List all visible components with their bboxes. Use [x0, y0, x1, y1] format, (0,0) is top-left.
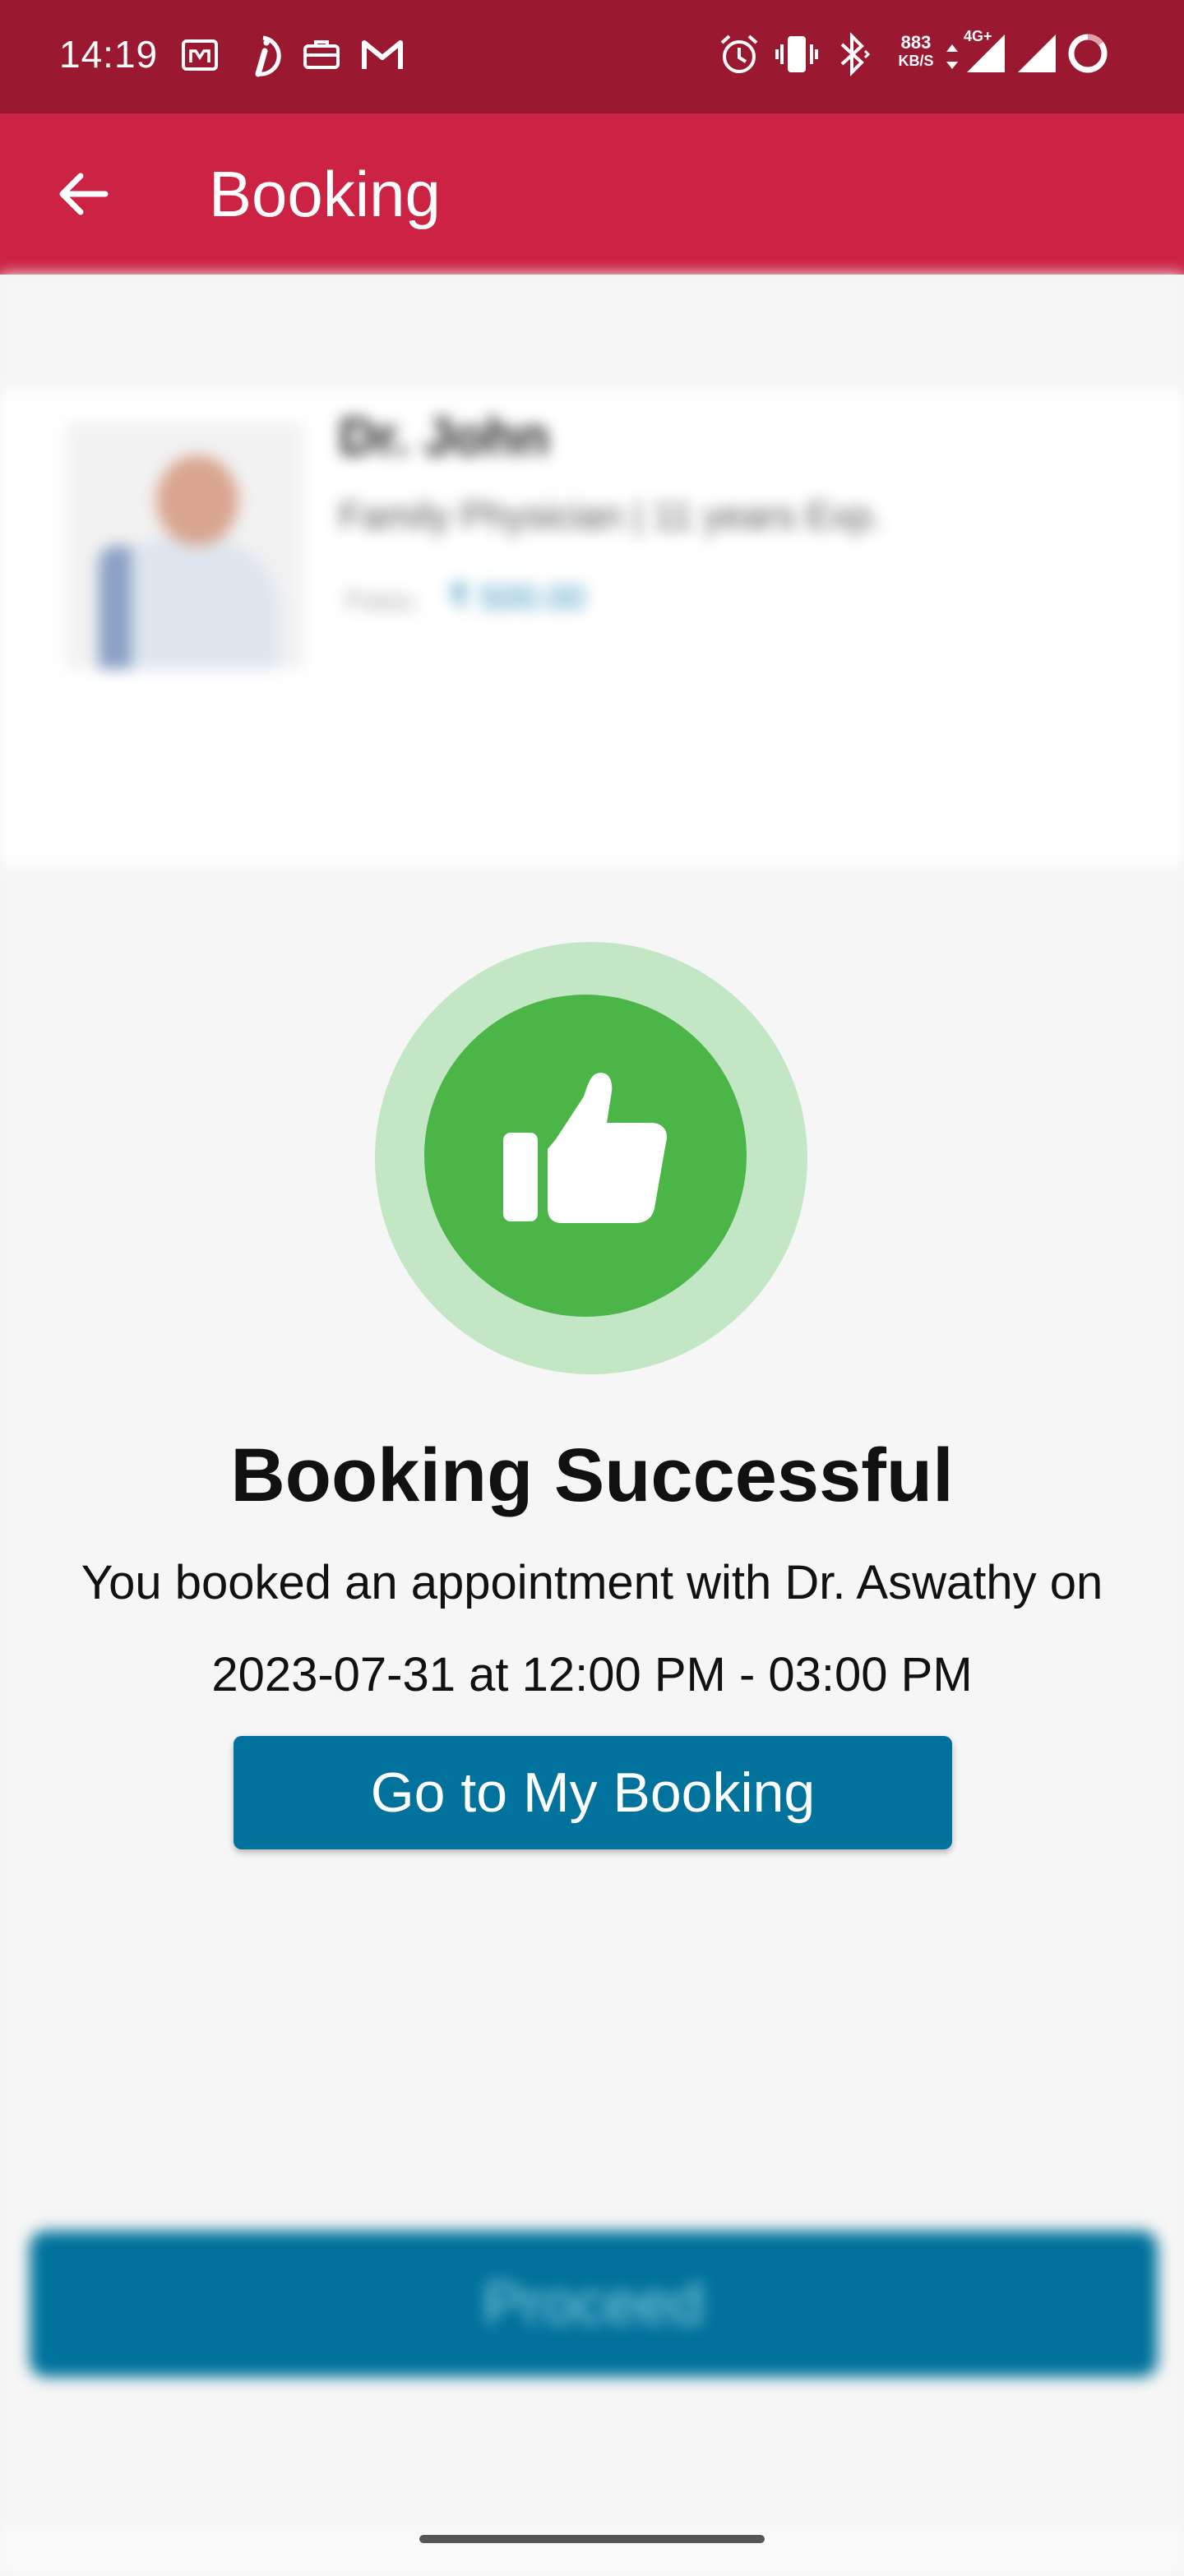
app-bar: Booking — [0, 113, 1184, 275]
m-app-icon — [182, 39, 218, 71]
fee-label: Fees: — [345, 584, 420, 617]
data-arrows-icon — [946, 44, 958, 69]
signal-icon — [967, 35, 1005, 72]
status-time: 14:19 — [59, 33, 159, 76]
booking-success-dialog: Booking Successful You booked an appoint… — [0, 863, 1184, 1899]
thumbs-up-icon — [503, 1073, 668, 1223]
page-title: Booking — [209, 158, 441, 230]
proceed-button: Proceed — [30, 2231, 1158, 2377]
doctor-specialty: Family Physician | 11 years Exp. — [339, 494, 882, 537]
italic-i-app-icon — [255, 35, 281, 77]
vibrate-icon — [775, 36, 818, 72]
battery-ring-icon — [1068, 34, 1108, 73]
gmail-icon — [362, 40, 403, 69]
doctor-card: Dr. John Family Physician | 11 years Exp… — [0, 390, 1184, 735]
success-title: Booking Successful — [230, 1433, 954, 1517]
briefcase-icon — [303, 40, 340, 69]
home-indicator[interactable] — [419, 2535, 765, 2543]
fee-value: ₹ 500.00 — [448, 578, 585, 616]
bluetooth-icon — [840, 32, 871, 76]
arrow-left-icon — [59, 173, 109, 215]
photo-coat — [99, 546, 132, 669]
speed-value: 883 — [900, 32, 932, 53]
go-to-my-booking-button[interactable]: Go to My Booking — [234, 1736, 952, 1849]
alarm-icon — [720, 35, 758, 73]
status-bar: 14:19 883 KB/S 4G+ — [0, 0, 1184, 113]
speed-unit: KB/S — [898, 53, 934, 69]
background-section — [0, 735, 1184, 866]
back-button[interactable] — [43, 153, 125, 235]
doctor-name: Dr. John — [339, 407, 550, 466]
signal-icon — [1018, 35, 1056, 72]
success-message: You booked an appointment with Dr. Aswat… — [81, 1556, 1103, 1701]
doctor-photo — [66, 422, 304, 669]
photo-head — [156, 455, 238, 546]
background-footer — [0, 2527, 1184, 2576]
network-speed: 883 KB/S — [893, 32, 939, 70]
